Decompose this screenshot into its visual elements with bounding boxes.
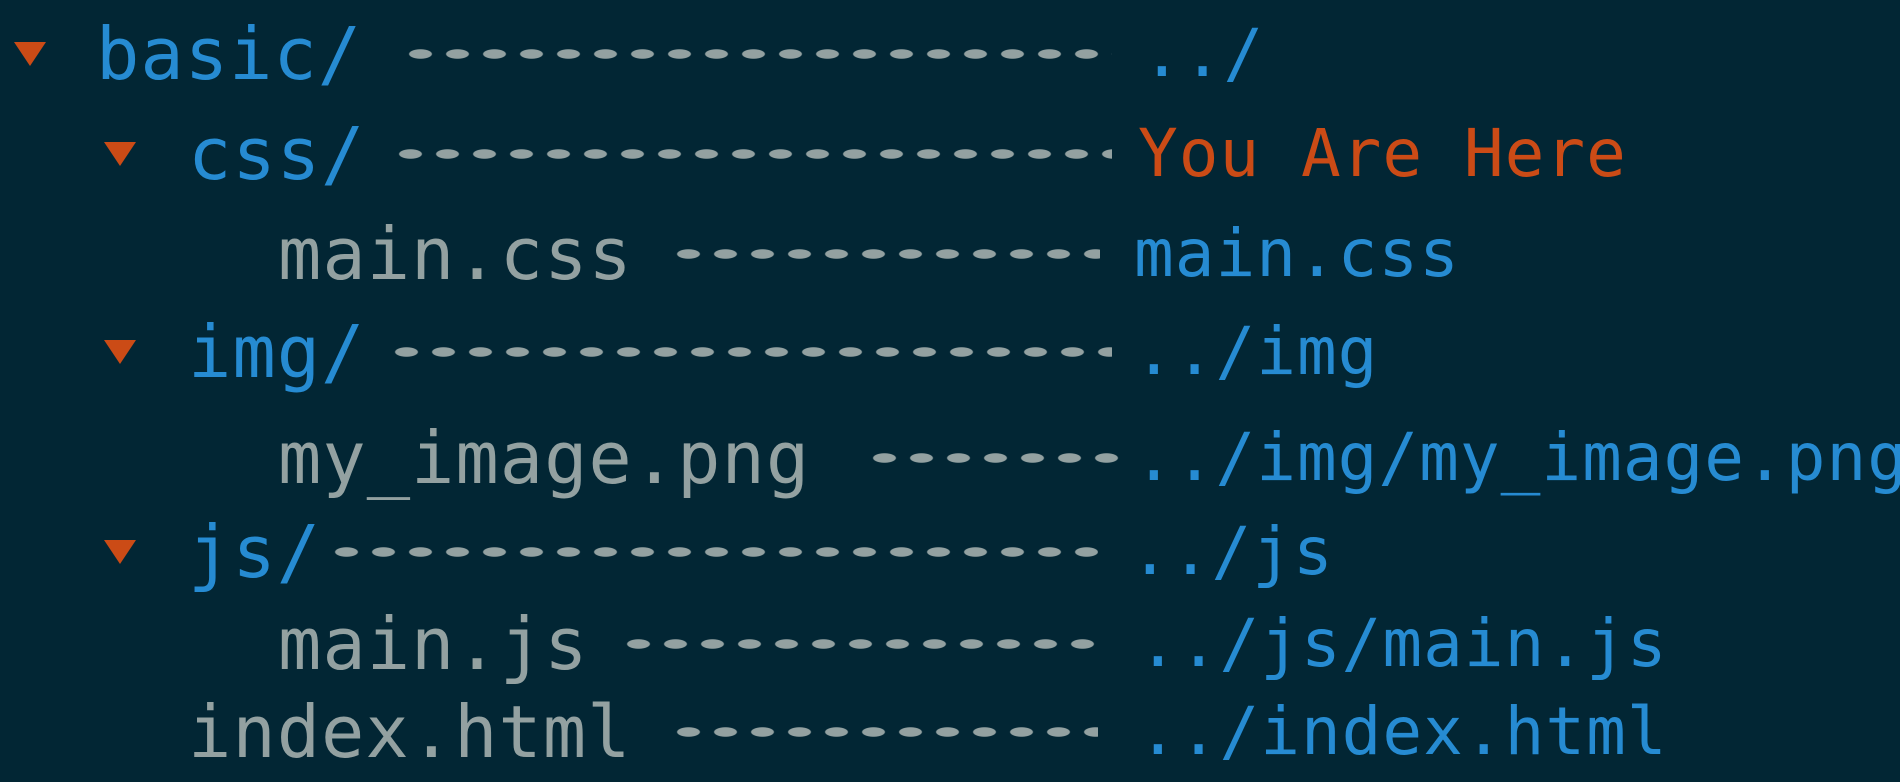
file-name-main-css: main.css	[278, 212, 633, 296]
relative-path-my-image: ../img/my_image.png	[1134, 419, 1900, 496]
leader-dots	[392, 148, 1112, 160]
relative-path-main-css: main.css	[1134, 215, 1460, 292]
file-name-main-js: main.js	[278, 602, 589, 686]
folder-name-basic: basic/	[96, 12, 363, 96]
leader-dots	[866, 452, 1120, 464]
tree-row-main-js: main.js ../js/main.js	[0, 596, 1900, 692]
leader-dots	[388, 346, 1112, 358]
leader-dots	[620, 638, 1098, 650]
folder-name-img: img/	[188, 310, 366, 394]
tree-row-index: index.html ../index.html	[0, 684, 1900, 780]
folder-name-js: js/	[188, 510, 322, 594]
you-are-here-label: You Are Here	[1138, 115, 1627, 192]
tree-row-js: js/ ../js	[0, 504, 1900, 600]
leader-dots	[670, 726, 1098, 738]
path-diagram: basic/ ../ css/ You Are Here main.css ma…	[0, 0, 1900, 782]
triangle-down-icon[interactable]	[10, 36, 50, 76]
relative-path-main-js: ../js/main.js	[1138, 605, 1668, 682]
relative-path-index: ../index.html	[1138, 693, 1668, 770]
tree-row-css: css/ You Are Here	[0, 106, 1900, 202]
tree-row-img: img/ ../img	[0, 304, 1900, 400]
relative-path-img: ../img	[1134, 313, 1379, 390]
triangle-down-icon[interactable]	[100, 534, 140, 574]
folder-name-css: css/	[188, 112, 366, 196]
leader-dots	[328, 546, 1098, 558]
triangle-down-icon[interactable]	[100, 136, 140, 176]
tree-row-my-image: my_image.png ../img/my_image.png	[0, 410, 1900, 506]
relative-path-basic: ../	[1142, 15, 1265, 92]
relative-path-js: ../js	[1130, 513, 1334, 590]
file-name-index: index.html	[188, 690, 632, 774]
leader-dots	[670, 248, 1100, 260]
file-name-my-image: my_image.png	[278, 416, 811, 500]
leader-dots	[402, 48, 1112, 60]
triangle-down-icon[interactable]	[100, 334, 140, 374]
tree-row-main-css: main.css main.css	[0, 206, 1900, 302]
tree-row-basic: basic/ ../	[0, 6, 1900, 102]
